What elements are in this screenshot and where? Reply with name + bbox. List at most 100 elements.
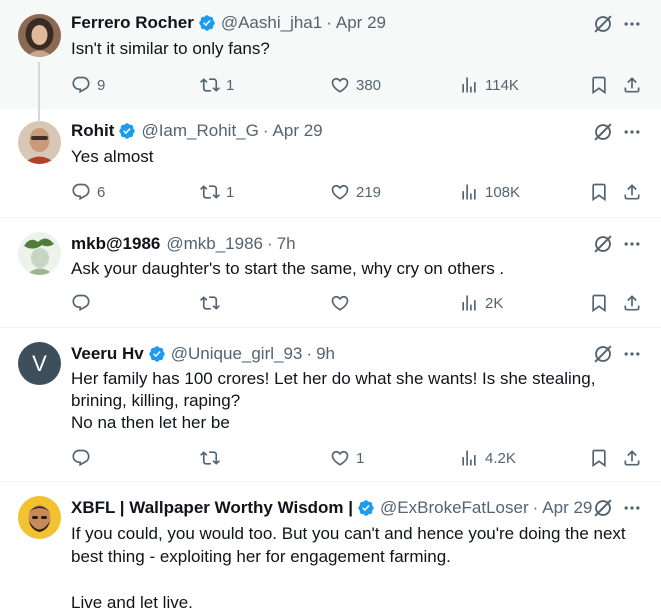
timestamp[interactable]: 7h: [277, 234, 296, 254]
avatar[interactable]: V: [18, 342, 61, 385]
display-name[interactable]: Veeru Hv: [71, 344, 144, 364]
views-icon: [459, 293, 479, 313]
tweet[interactable]: mkb@1986 @mkb_1986 · 7h Ask your daughte…: [0, 218, 661, 327]
more-icon[interactable]: [622, 498, 642, 518]
tweet[interactable]: V Veeru Hv @Unique_girl_93 · 9h Her fami…: [0, 328, 661, 481]
display-name[interactable]: Rohit: [71, 121, 114, 141]
views-button[interactable]: 4.2K: [459, 447, 516, 469]
tweet-header: Rohit @Iam_Rohit_G · Apr 29: [71, 121, 581, 141]
display-name[interactable]: XBFL | Wallpaper Worthy Wisdom |: [71, 498, 353, 518]
views-button[interactable]: 114K: [459, 74, 519, 96]
separator-dot: ·: [532, 498, 539, 517]
timestamp[interactable]: Apr 29: [273, 121, 323, 141]
avatar[interactable]: [18, 232, 61, 275]
grok-icon[interactable]: [592, 343, 614, 365]
tweet-header: mkb@1986 @mkb_1986 · 7h: [71, 234, 581, 254]
reply-icon: [71, 75, 91, 95]
verified-badge-icon: [148, 345, 166, 363]
more-icon[interactable]: [622, 122, 642, 142]
avatar-photo: [18, 121, 61, 164]
tweet[interactable]: XBFL | Wallpaper Worthy Wisdom | @ExBrok…: [0, 482, 661, 609]
reply-icon: [71, 293, 91, 313]
views-icon: [459, 448, 479, 468]
like-button[interactable]: 380: [330, 74, 381, 96]
repost-count: 1: [226, 76, 235, 94]
repost-count: 1: [226, 183, 235, 201]
reply-icon: [71, 448, 91, 468]
views-count: 2K: [485, 294, 504, 312]
share-icon: [622, 293, 642, 313]
avatar[interactable]: [18, 14, 61, 57]
like-button[interactable]: [330, 292, 356, 314]
share-button[interactable]: [622, 74, 642, 96]
thread-line: [38, 62, 40, 109]
grok-icon[interactable]: [592, 233, 614, 255]
reply-button[interactable]: [71, 447, 97, 469]
views-button[interactable]: 2K: [459, 292, 503, 314]
tweet-text: Ask your daughter's to start the same, w…: [71, 259, 505, 278]
share-icon: [622, 448, 642, 468]
share-button[interactable]: [622, 181, 642, 203]
repost-button[interactable]: [200, 292, 226, 314]
more-icon[interactable]: [622, 14, 642, 34]
display-name[interactable]: mkb@1986: [71, 234, 160, 254]
tweet-header: Veeru Hv @Unique_girl_93 · 9h: [71, 344, 581, 364]
share-icon: [622, 182, 642, 202]
like-button[interactable]: 219: [330, 181, 381, 203]
separator-dot: ·: [326, 13, 332, 32]
avatar[interactable]: [18, 496, 61, 539]
handle[interactable]: @ExBrokeFatLoser: [380, 498, 529, 518]
reply-button[interactable]: 6: [71, 181, 105, 203]
thread-line: [38, 109, 40, 121]
avatar-photo: [18, 232, 61, 275]
repost-icon: [200, 75, 220, 95]
avatar-letter: V: [32, 350, 47, 376]
bookmark-button[interactable]: [589, 74, 609, 96]
bookmark-icon: [589, 75, 609, 95]
handle[interactable]: @Unique_girl_93: [171, 344, 303, 364]
reply-icon: [71, 182, 91, 202]
verified-badge-icon: [198, 14, 216, 32]
avatar-photo: [18, 14, 61, 57]
more-icon[interactable]: [622, 344, 642, 364]
tweet[interactable]: Ferrero Rocher @Aashi_jha1 · Apr 29 Isn'…: [0, 0, 661, 109]
like-button[interactable]: 1: [330, 447, 364, 469]
bookmark-button[interactable]: [589, 447, 609, 469]
like-icon: [330, 448, 350, 468]
views-button[interactable]: 108K: [459, 181, 520, 203]
grok-icon[interactable]: [592, 121, 614, 143]
avatar[interactable]: [18, 121, 61, 164]
share-button[interactable]: [622, 447, 642, 469]
reply-button[interactable]: 9: [71, 74, 105, 96]
tweet-header: Ferrero Rocher @Aashi_jha1 · Apr 29: [71, 13, 581, 33]
bookmark-button[interactable]: [589, 292, 609, 314]
grok-icon[interactable]: [592, 497, 614, 519]
share-button[interactable]: [622, 292, 642, 314]
views-icon: [459, 182, 479, 202]
bookmark-button[interactable]: [589, 181, 609, 203]
repost-button[interactable]: 1: [200, 181, 234, 203]
handle[interactable]: @Aashi_jha1: [221, 13, 322, 33]
repost-button[interactable]: [200, 447, 226, 469]
display-name[interactable]: Ferrero Rocher: [71, 13, 194, 33]
timestamp[interactable]: Apr 29: [336, 13, 386, 33]
repost-icon: [200, 182, 220, 202]
timestamp[interactable]: Apr 29: [542, 498, 592, 518]
like-icon: [330, 293, 350, 313]
views-count: 4.2K: [485, 449, 516, 467]
tweet-header: XBFL | Wallpaper Worthy Wisdom | @ExBrok…: [71, 498, 592, 518]
more-icon[interactable]: [622, 234, 642, 254]
handle[interactable]: @mkb_1986: [166, 234, 263, 254]
timestamp[interactable]: 9h: [316, 344, 335, 364]
tweet-text: If you could, you would too. But you can…: [71, 524, 626, 609]
bookmark-icon: [589, 448, 609, 468]
grok-icon[interactable]: [592, 13, 614, 35]
reply-button[interactable]: [71, 292, 97, 314]
views-icon: [459, 75, 479, 95]
handle[interactable]: @Iam_Rohit_G: [141, 121, 258, 141]
repost-button[interactable]: 1: [200, 74, 234, 96]
reply-count: 9: [97, 76, 106, 94]
tweet[interactable]: Rohit @Iam_Rohit_G · Apr 29 Yes almost 6…: [0, 109, 661, 217]
views-count: 114K: [485, 76, 519, 94]
verified-badge-icon: [118, 122, 136, 140]
